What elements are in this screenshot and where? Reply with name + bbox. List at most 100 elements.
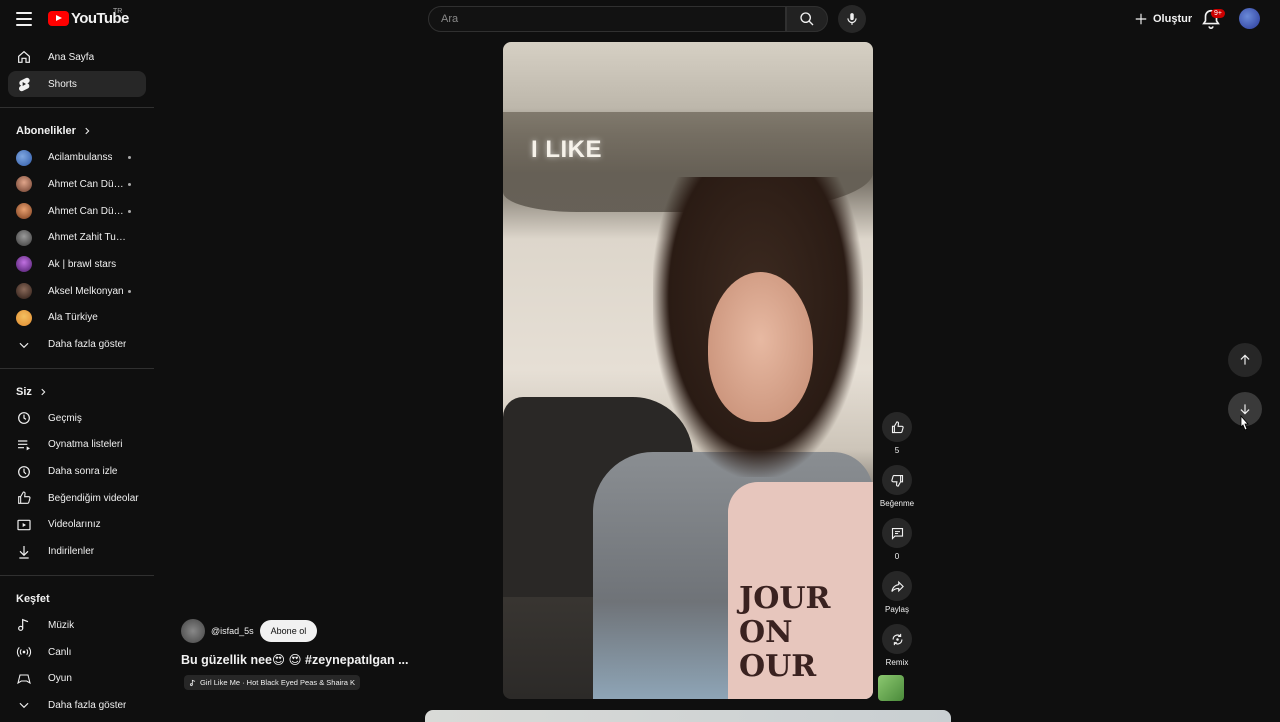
channel-name: Aksel Melkonyan [48,285,124,297]
channel-avatar [16,256,32,273]
show-more-subscriptions[interactable]: Daha fazla göster [0,331,154,358]
dislike-label: Beğenme [879,499,915,508]
divider [0,575,154,576]
short-video-player[interactable]: JOUR ON OUR I LIKE [503,42,873,699]
subscription-channel[interactable]: Ahmet Can Dündar [0,171,154,198]
divider [0,107,154,109]
new-content-dot [128,289,131,293]
channel-name: Ahmet Zahit Tuna [48,232,126,244]
new-content-dot [128,209,131,213]
menu-icon[interactable] [16,12,32,26]
thumbs-up-icon [891,420,904,433]
sidebar-item-label: İndirilenler [48,546,95,558]
subscribe-button[interactable]: Abone ol [259,620,318,642]
subscription-channel[interactable]: Aksel Melkonyan [0,278,154,305]
short-title[interactable]: Bu güzellik nee😍 😍 #zeynepatılgan ... [181,652,501,667]
share-button[interactable] [882,571,912,601]
music-icon [16,617,32,633]
plus-icon [1135,13,1147,25]
sidebar-item-shorts[interactable]: Shorts [8,70,146,98]
music-note-icon [189,679,196,686]
chevron-right-icon [85,128,90,135]
sidebar-item-playlists[interactable]: Oynatma listeleri [0,432,154,459]
voice-search-button[interactable] [838,5,866,33]
channel-avatar [16,229,32,246]
like-count: 5 [894,446,900,455]
thumbs-down-icon [890,474,903,487]
subscription-channel[interactable]: Acilambulanss [0,144,154,171]
channel-avatar [16,283,32,300]
channel-avatar[interactable] [181,619,205,643]
sound-thumbnail[interactable] [878,675,904,701]
like-button[interactable] [882,412,912,442]
search-input[interactable] [429,7,785,31]
sidebar-item-downloads[interactable]: İndirilenler [0,538,154,565]
sidebar-item-your-videos[interactable]: Videolarınız [0,512,154,539]
new-content-dot [128,182,131,186]
comment-icon [891,527,903,540]
sidebar-item-gaming[interactable]: Oyun [0,665,154,692]
your-videos-icon [16,517,32,533]
account-avatar[interactable] [1239,8,1260,29]
sidebar-item-label: Geçmiş [48,412,82,424]
sidebar-item-label: Beğendiğim videolar [48,492,139,504]
create-button[interactable]: Oluştur [1126,7,1200,31]
subscription-channel[interactable]: Ahmet Zahit Tuna [0,224,154,251]
next-short-preview[interactable] [425,710,951,722]
sidebar: Ana Sayfa Shorts Abonelikler Acilambulan… [0,44,154,720]
home-icon [16,49,32,65]
subscription-channel[interactable]: Ala Türkiye [0,305,154,332]
subscription-channel[interactable]: Ak | brawl stars [0,251,154,278]
channel-name: Ahmet Can Dündar [48,178,126,190]
sidebar-item-live[interactable]: Canlı [0,639,154,666]
channel-row: @isfad_5s Abone ol [181,619,501,643]
youtube-play-icon [48,11,69,26]
previous-short-button[interactable] [1228,343,1262,377]
remix-action: Remix [878,624,916,667]
liked-videos-icon [16,490,32,506]
chevron-down-icon [16,697,32,713]
explore-title: Keşfet [16,593,50,605]
history-icon [16,410,32,426]
channel-avatar [16,203,32,220]
downloads-icon [16,544,32,560]
sidebar-item-music[interactable]: Müzik [0,612,154,639]
subscriptions-header[interactable]: Abonelikler [0,118,154,144]
sidebar-item-home[interactable]: Ana Sayfa [0,44,154,71]
video-overlay-text: I LIKE [531,136,603,163]
notification-badge: 9+ [1211,9,1225,18]
sidebar-item-watch-later[interactable]: Daha sonra izle [0,458,154,485]
channel-name: Ahmet Can Dündar [48,205,126,217]
sidebar-item-label: Müzik [48,619,75,631]
search-box [428,6,786,32]
music-label: Girl Like Me · Hot Black Eyed Peas & Sha… [200,678,356,687]
dislike-button[interactable] [882,465,912,495]
shirt-print-text: JOUR ON OUR [739,581,831,684]
short-actions: 5 Beğenme 0 Paylaş Remix [878,412,916,701]
remix-label: Remix [885,658,909,667]
channel-name: Ak | brawl stars [48,258,117,270]
show-more-label: Daha fazla göster [48,699,127,711]
dislike-action: Beğenme [878,465,916,508]
comments-button[interactable] [882,518,912,548]
playlists-icon [16,437,32,453]
channel-handle[interactable]: @isfad_5s [211,626,254,636]
you-header[interactable]: Siz [0,379,154,405]
subscription-channel[interactable]: Ahmet Can Dündar [0,198,154,225]
sidebar-item-history[interactable]: Geçmiş [0,405,154,432]
show-more-explore[interactable]: Daha fazla göster [0,692,154,719]
channel-name: Acilambulanss [48,152,113,164]
remix-button[interactable] [882,624,912,654]
sidebar-item-label: Shorts [48,78,77,90]
comment-count: 0 [894,552,900,561]
music-chip[interactable]: Girl Like Me · Hot Black Eyed Peas & Sha… [184,675,361,690]
sidebar-item-liked-videos[interactable]: Beğendiğim videolar [0,485,154,512]
remix-icon [892,633,902,645]
channel-avatar [16,149,32,166]
arrow-down-icon [1240,404,1250,415]
arrow-up-icon [1240,354,1250,365]
like-action: 5 [878,412,916,455]
search-button[interactable] [786,6,828,32]
chevron-down-icon [16,337,32,353]
share-action: Paylaş [878,571,916,614]
